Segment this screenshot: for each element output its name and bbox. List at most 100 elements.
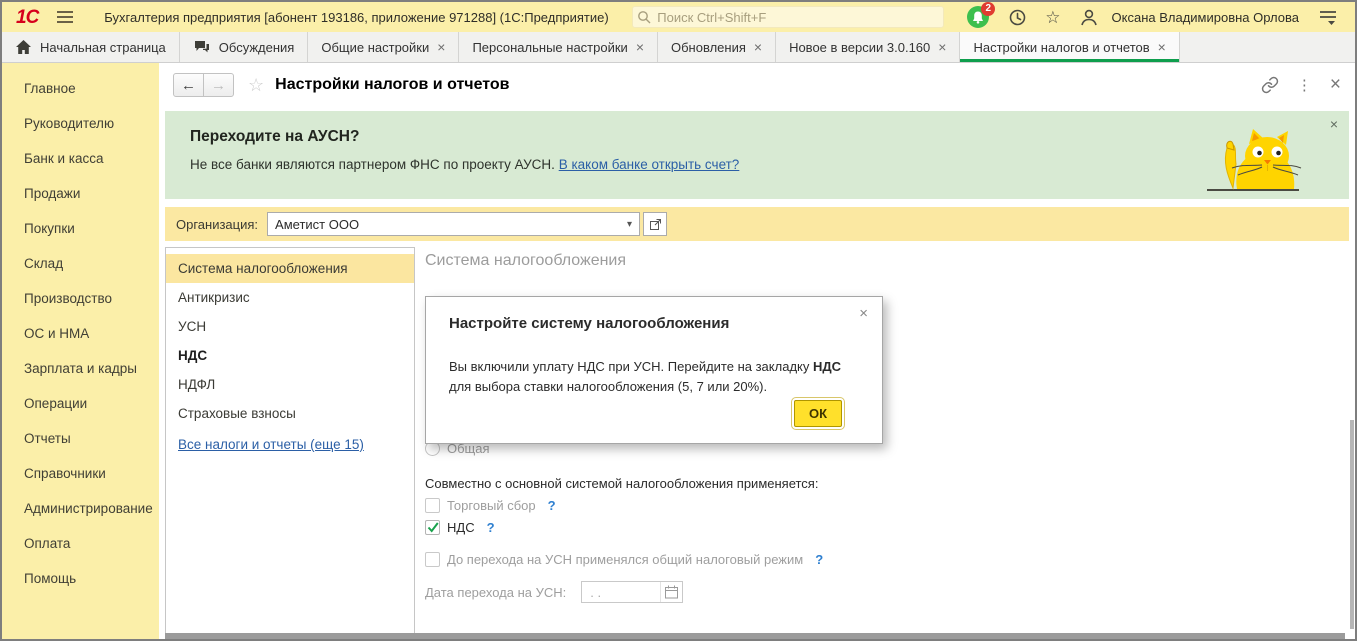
- tab-label: Персональные настройки: [472, 39, 628, 55]
- tab-label: Настройки налогов и отчетов: [973, 39, 1150, 55]
- more-actions-icon[interactable]: ⋮: [1297, 76, 1312, 94]
- organization-row: Организация: ▾: [165, 207, 1349, 241]
- ok-button[interactable]: ОК: [790, 397, 846, 430]
- sidebar-item-rukovoditelyu[interactable]: Руководителю: [2, 106, 159, 141]
- banner-close-icon[interactable]: ×: [1330, 116, 1338, 132]
- notification-badge: 2: [981, 2, 996, 16]
- favorites-button[interactable]: ☆: [1045, 9, 1060, 26]
- horizontal-scrollbar[interactable]: [165, 633, 1345, 639]
- banner-link[interactable]: В каком банке открыть счет?: [559, 157, 740, 172]
- tab-whats-new[interactable]: Новое в версии 3.0.160 ×: [776, 32, 961, 62]
- sidebar-item-os-i-nma[interactable]: ОС и НМА: [2, 316, 159, 351]
- settings-nav-item-ndfl[interactable]: НДФЛ: [166, 370, 414, 399]
- banner-title: Переходите на АУСН?: [190, 128, 360, 145]
- checkbox-vat-label: НДС: [447, 520, 475, 535]
- tab-label: Новое в версии 3.0.160: [789, 39, 931, 55]
- dialog-close-icon[interactable]: ×: [859, 305, 868, 322]
- tab-label: Обновления: [671, 39, 746, 55]
- history-button[interactable]: [1008, 8, 1027, 27]
- checkbox-trade-fee-label: Торговый сбор: [447, 498, 536, 513]
- page-header: ← → ☆ Настройки налогов и отчетов ⋮ ×: [159, 63, 1355, 107]
- sidebar-item-proizvodstvo[interactable]: Производство: [2, 281, 159, 316]
- organization-combo: ▾: [267, 212, 641, 236]
- help-icon[interactable]: ?: [548, 498, 556, 513]
- user-icon[interactable]: [1079, 8, 1099, 27]
- settings-nav-item-usn[interactable]: УСН: [166, 312, 414, 341]
- tab-home[interactable]: Начальная страница: [2, 32, 180, 62]
- tab-general-settings[interactable]: Общие настройки ×: [308, 32, 460, 62]
- sidebar-item-operacii[interactable]: Операции: [2, 386, 159, 421]
- sidebar-item-administrirovanie[interactable]: Администрирование: [2, 491, 159, 526]
- tab-close-icon[interactable]: ×: [938, 40, 946, 54]
- sidebar-item-otchety[interactable]: Отчеты: [2, 421, 159, 456]
- search-input[interactable]: [632, 6, 945, 28]
- service-menu-button[interactable]: [1318, 8, 1338, 26]
- 1c-logo: 1С: [16, 6, 39, 28]
- calendar-icon[interactable]: [660, 582, 682, 602]
- dialog-message-bold: НДС: [812, 359, 842, 374]
- tab-close-icon[interactable]: ×: [1158, 40, 1166, 54]
- all-taxes-link[interactable]: Все налоги и отчеты (еще 15): [178, 437, 364, 452]
- sidebar: Главное Руководителю Банк и касса Продаж…: [2, 63, 159, 639]
- close-page-icon[interactable]: ×: [1330, 74, 1341, 96]
- content-area: ← → ☆ Настройки налогов и отчетов ⋮ × Пе…: [159, 63, 1355, 639]
- usn-date-input[interactable]: . .: [582, 582, 660, 602]
- chevron-down-icon[interactable]: ▾: [620, 213, 640, 235]
- app-window: 1С Бухгалтерия предприятия [абонент 1931…: [0, 0, 1357, 641]
- top-bar: 1С Бухгалтерия предприятия [абонент 1931…: [2, 2, 1355, 32]
- checkbox-vat[interactable]: [425, 520, 440, 535]
- settings-nav-item-nds[interactable]: НДС: [166, 341, 414, 370]
- checkbox-before-usn[interactable]: [425, 552, 440, 567]
- tab-updates[interactable]: Обновления ×: [658, 32, 777, 62]
- tab-close-icon[interactable]: ×: [754, 40, 762, 54]
- sidebar-item-oplata[interactable]: Оплата: [2, 526, 159, 561]
- vertical-scrollbar[interactable]: [1350, 420, 1354, 629]
- user-name: Оксана Владимировна Орлова: [1111, 9, 1299, 25]
- favorite-star-icon[interactable]: ☆: [248, 75, 264, 96]
- dialog-message: Вы включили уплату НДС при УСН. Перейдит…: [449, 357, 853, 397]
- tab-discussions[interactable]: Обсуждения: [180, 32, 309, 62]
- dialog-message-text: для выбора ставки налогообложения (5, 7 …: [449, 379, 768, 395]
- tab-label: Обсуждения: [218, 39, 295, 55]
- tab-bar: Начальная страница Обсуждения Общие наст…: [2, 32, 1355, 63]
- dialog-message-text: Вы включили уплату НДС при УСН. Перейдит…: [449, 359, 810, 374]
- sidebar-item-pokupki[interactable]: Покупки: [2, 211, 159, 246]
- sidebar-item-bank-i-kassa[interactable]: Банк и касса: [2, 141, 159, 176]
- usn-date-field: . .: [581, 581, 684, 603]
- banner-text: Не все банки являются партнером ФНС по п…: [190, 157, 555, 172]
- dialog-title: Настройте систему налогообложения: [449, 315, 730, 332]
- sidebar-item-prodazhi[interactable]: Продажи: [2, 176, 159, 211]
- sidebar-item-sklad[interactable]: Склад: [2, 246, 159, 281]
- sidebar-item-zarplata-i-kadry[interactable]: Зарплата и кадры: [2, 351, 159, 386]
- checkbox-trade-fee[interactable]: [425, 498, 440, 513]
- checkbox-before-usn-label: До перехода на УСН применялся общий нало…: [447, 552, 804, 567]
- sidebar-item-spravochniki[interactable]: Справочники: [2, 456, 159, 491]
- help-icon[interactable]: ?: [815, 552, 823, 567]
- tab-tax-settings[interactable]: Настройки налогов и отчетов ×: [960, 32, 1180, 62]
- help-icon[interactable]: ?: [487, 520, 495, 535]
- tab-personal-settings[interactable]: Персональные настройки ×: [459, 32, 658, 62]
- settings-nav-item-antikrizis[interactable]: Антикризис: [166, 283, 414, 312]
- chat-icon: [193, 39, 211, 55]
- forward-button[interactable]: →: [203, 73, 234, 97]
- settings-nav-item-tax-system[interactable]: Система налогообложения: [166, 254, 414, 283]
- organization-input[interactable]: [268, 213, 621, 235]
- tab-close-icon[interactable]: ×: [636, 40, 644, 54]
- notifications-button[interactable]: 2: [967, 2, 996, 29]
- settings-nav-item-insurance[interactable]: Страховые взносы: [166, 399, 414, 428]
- open-organization-button[interactable]: [643, 212, 668, 236]
- sidebar-item-glavnoe[interactable]: Главное: [2, 71, 159, 106]
- tax-system-dialog: Настройте систему налогообложения × Вы в…: [425, 296, 883, 444]
- sidebar-item-pomosch[interactable]: Помощь: [2, 561, 159, 596]
- home-icon: [15, 39, 32, 55]
- back-button[interactable]: ←: [173, 73, 204, 97]
- search-icon: [637, 10, 651, 24]
- page-title: Настройки налогов и отчетов: [275, 76, 510, 93]
- combined-system-label: Совместно с основной системой налогообло…: [425, 476, 819, 491]
- organization-label: Организация:: [176, 216, 259, 232]
- get-link-icon[interactable]: [1261, 76, 1279, 94]
- usn-date-label: Дата перехода на УСН:: [425, 584, 567, 600]
- ausn-banner: Переходите на АУСН? Не все банки являютс…: [165, 111, 1349, 199]
- hamburger-menu-icon[interactable]: [56, 10, 74, 24]
- tab-close-icon[interactable]: ×: [437, 40, 445, 54]
